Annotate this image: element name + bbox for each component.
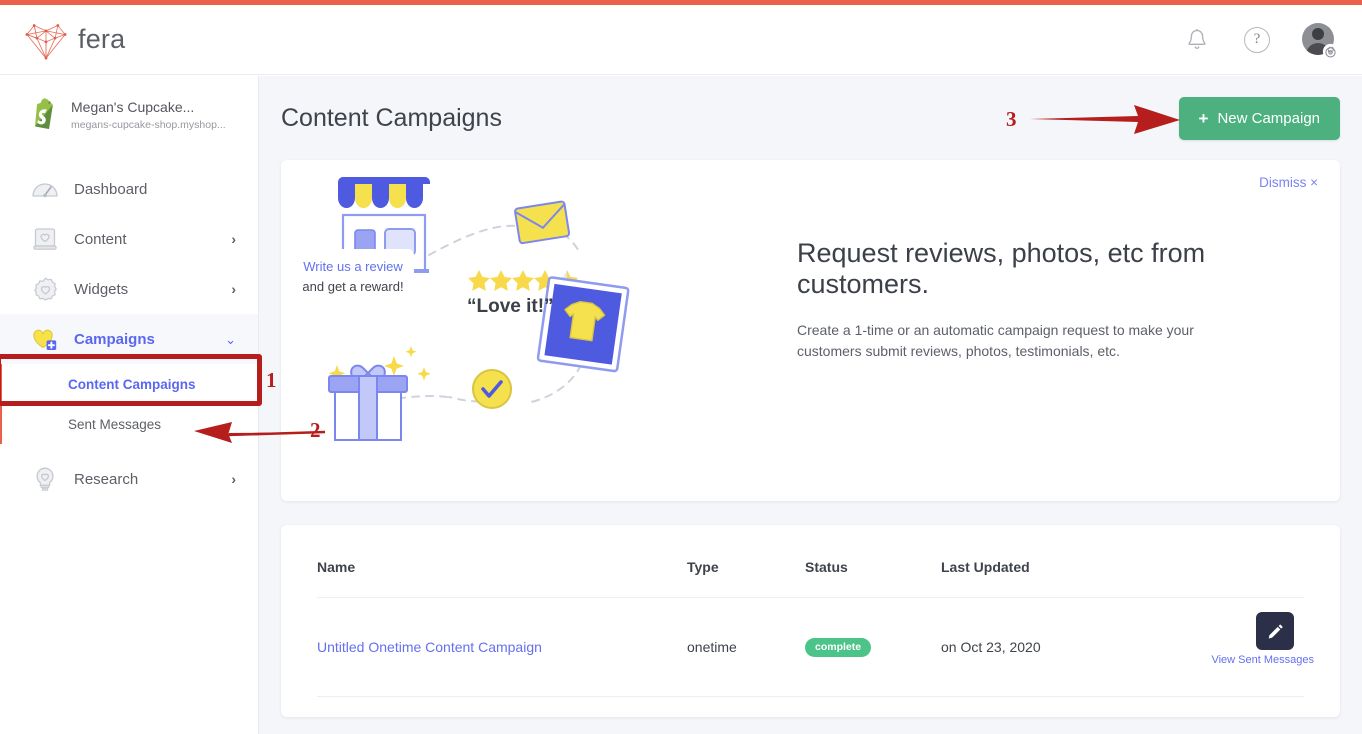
sidebar-item-content[interactable]: Content › xyxy=(0,214,258,264)
sidebar-nav: Dashboard Content › Widgets › Campaigns … xyxy=(0,164,258,504)
chevron-down-icon: ⌄ xyxy=(225,331,236,347)
speedometer-icon xyxy=(30,174,60,204)
badge-heart-icon xyxy=(30,274,60,304)
column-header-type: Type xyxy=(687,525,805,598)
dismiss-banner-link[interactable]: Dismiss × xyxy=(1259,175,1318,190)
page-header: Content Campaigns + New Campaign xyxy=(281,76,1340,160)
table-body: Untitled Onetime Content Campaign onetim… xyxy=(317,597,1314,697)
main-content: Content Campaigns + New Campaign Dismiss… xyxy=(259,76,1362,734)
book-heart-icon xyxy=(30,224,60,254)
question-mark-icon: ? xyxy=(1244,26,1270,53)
heart-plus-icon xyxy=(30,324,60,354)
new-campaign-button-label: New Campaign xyxy=(1217,109,1320,127)
cell-type: onetime xyxy=(687,597,805,697)
brand-name-text: fera xyxy=(78,24,126,54)
sidebar-item-label: Widgets xyxy=(74,280,129,298)
top-header-bar: fera ? xyxy=(0,5,1362,75)
sidebar-item-sent-messages[interactable]: Sent Messages xyxy=(0,404,258,444)
sidebar-item-label: Dashboard xyxy=(74,180,148,198)
edit-campaign-button[interactable] xyxy=(1256,612,1294,650)
chevron-right-icon: › xyxy=(231,281,236,297)
geometric-heart-logo-icon xyxy=(25,23,67,60)
chevron-right-icon: › xyxy=(231,471,236,487)
cell-status: complete xyxy=(805,597,941,697)
notifications-button[interactable] xyxy=(1182,25,1212,55)
plus-icon: + xyxy=(1198,108,1209,128)
campaigns-subnav: Content Campaigns Sent Messages xyxy=(0,364,258,444)
bell-icon xyxy=(1188,28,1206,49)
promo-illustration: Write us a review and get a reward! “Lov… xyxy=(281,160,791,501)
top-header-actions: ? xyxy=(1182,22,1339,59)
sidebar-item-label: Campaigns xyxy=(74,330,155,348)
store-name: Megan's Cupcake... xyxy=(71,99,195,116)
subnav-label: Sent Messages xyxy=(68,416,162,432)
bubble-line-2: and get a reward! xyxy=(302,279,404,295)
column-header-name: Name xyxy=(317,525,687,598)
shopify-bag-icon xyxy=(35,98,53,129)
account-menu-button[interactable] xyxy=(1302,22,1339,59)
table-header-row: Name Type Status Last Updated xyxy=(317,525,1304,598)
sidebar-item-widgets[interactable]: Widgets › xyxy=(0,264,258,314)
speech-bubble-text: Write us a review and get a reward! xyxy=(297,257,409,297)
bubble-line-1: Write us a review xyxy=(303,259,403,274)
campaign-name-link[interactable]: Untitled Onetime Content Campaign xyxy=(317,639,542,655)
check-circle-icon xyxy=(472,369,512,409)
view-sent-messages-link[interactable]: View Sent Messages xyxy=(1211,654,1314,666)
chevron-right-icon: › xyxy=(231,231,236,247)
tshirt-photo xyxy=(536,276,630,373)
sidebar-item-content-campaigns[interactable]: Content Campaigns xyxy=(0,364,258,404)
sidebar-item-campaigns[interactable]: Campaigns ⌄ xyxy=(0,314,258,364)
campaign-flow-illustration xyxy=(286,177,630,441)
store-url: megans-cupcake-shop.myshop... xyxy=(71,118,226,131)
promo-title: Request reviews, photos, etc from custom… xyxy=(797,238,1206,300)
promo-banner: Dismiss × Write us a review and get a re… xyxy=(281,160,1340,501)
table-row: Untitled Onetime Content Campaign onetim… xyxy=(317,597,1314,697)
sidebar-item-label: Content xyxy=(74,230,127,248)
lightbulb-heart-icon xyxy=(30,464,60,494)
column-header-status: Status xyxy=(805,525,941,598)
cell-name: Untitled Onetime Content Campaign xyxy=(317,597,687,697)
gear-icon xyxy=(1322,43,1339,59)
envelope-icon xyxy=(514,200,571,245)
promo-copy: Request reviews, photos, etc from custom… xyxy=(791,160,1340,501)
column-header-actions xyxy=(1141,525,1304,598)
help-button[interactable]: ? xyxy=(1242,25,1272,55)
status-badge: complete xyxy=(805,638,872,657)
cell-actions: View Sent Messages xyxy=(1141,597,1314,697)
store-text: Megan's Cupcake... megans-cupcake-shop.m… xyxy=(71,99,226,131)
row-actions: View Sent Messages xyxy=(1141,612,1314,670)
column-header-last-updated: Last Updated xyxy=(941,525,1141,598)
table-head: Name Type Status Last Updated xyxy=(317,525,1304,598)
page-title: Content Campaigns xyxy=(281,103,502,132)
brand-logo-area[interactable]: fera xyxy=(24,20,125,60)
new-campaign-button[interactable]: + New Campaign xyxy=(1178,96,1340,140)
body-wrapper: Megan's Cupcake... megans-cupcake-shop.m… xyxy=(0,76,1362,734)
review-quote-text: “Love it!” xyxy=(467,296,554,317)
sidebar-item-research[interactable]: Research › xyxy=(0,454,258,504)
cell-last-updated: on Oct 23, 2020 xyxy=(941,597,1141,697)
sidebar-item-label: Research xyxy=(74,470,139,488)
pencil-edit-icon xyxy=(1268,623,1283,638)
subnav-label: Content Campaigns xyxy=(68,376,196,392)
sidebar-item-dashboard[interactable]: Dashboard xyxy=(0,164,258,214)
campaigns-table: Name Type Status Last Updated Untitled O… xyxy=(317,525,1314,697)
gift-box-icon xyxy=(328,364,408,441)
store-selector[interactable]: Megan's Cupcake... megans-cupcake-shop.m… xyxy=(0,76,258,152)
promo-subtitle: Create a 1-time or an automatic campaign… xyxy=(797,321,1194,360)
campaigns-table-card: Name Type Status Last Updated Untitled O… xyxy=(281,525,1340,717)
app-root: fera ? Megan's Cupcake... megans-cupcake… xyxy=(0,0,1362,734)
avatar-head xyxy=(1312,27,1324,40)
sidebar: Megan's Cupcake... megans-cupcake-shop.m… xyxy=(0,76,259,734)
